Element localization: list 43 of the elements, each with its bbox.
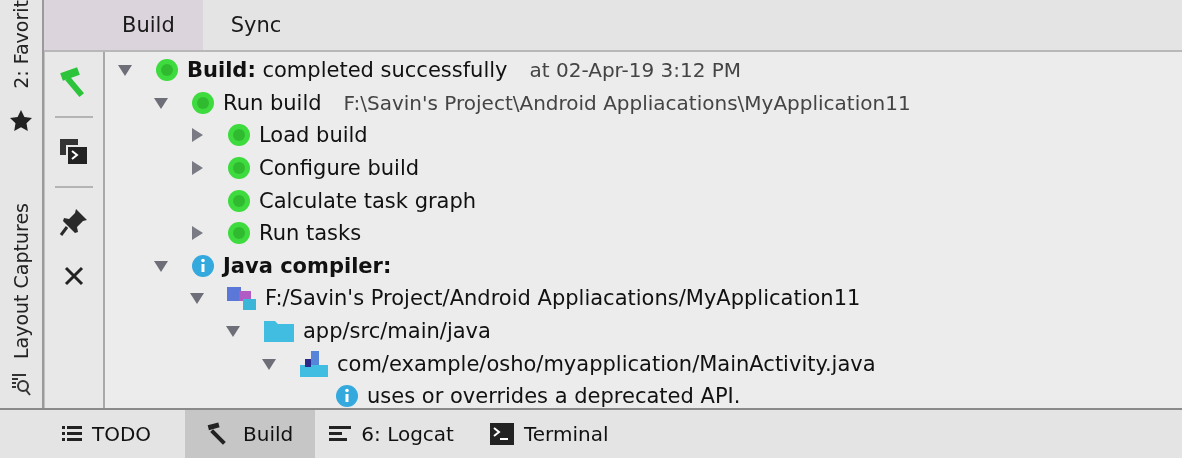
- success-status-icon: [227, 188, 251, 213]
- success-status-icon: [227, 123, 251, 148]
- tree-item-detail: F:\Savin's Project\Android Appliacations\MyApplication11: [343, 90, 911, 115]
- tree-item-label[interactable]: Run build: [223, 90, 322, 115]
- magnifier-icon[interactable]: [10, 372, 32, 397]
- success-status-icon: [191, 90, 215, 115]
- close-icon: [63, 265, 85, 287]
- pin-icon: [59, 207, 89, 237]
- tree-item-label[interactable]: Run tasks: [259, 221, 362, 246]
- tool-window-tab[interactable]: Build: [185, 410, 316, 458]
- side-panel-label[interactable]: Layout Captures: [10, 202, 32, 359]
- tree-item-label[interactable]: com/example/osho/myapplication/MainActivity.java: [337, 351, 876, 376]
- collapsed-arrow-icon[interactable]: [189, 160, 205, 177]
- tree-item-label[interactable]: uses or overrides a deprecated API.: [367, 384, 741, 408]
- side-panel-label[interactable]: 2: Favorit: [10, 0, 32, 89]
- tab[interactable]: Sync: [202, 0, 310, 50]
- success-status-icon: [155, 58, 179, 83]
- star-icon[interactable]: [9, 108, 33, 133]
- info-icon: [191, 253, 215, 278]
- text-lines-icon: [329, 425, 352, 443]
- tree-item-label[interactable]: Configure build: [259, 156, 420, 181]
- folder-icon: [263, 319, 295, 344]
- project-icon: [227, 285, 257, 312]
- success-status-icon: [227, 221, 251, 246]
- info-icon: [335, 384, 359, 408]
- success-status-icon: [227, 156, 251, 181]
- tree-item-label[interactable]: F:/Savin's Project/Android Appliacations/MyApplication11: [265, 286, 861, 311]
- tree-item-label[interactable]: Java compiler:: [223, 253, 392, 278]
- tree-item-label[interactable]: Load build: [259, 123, 368, 148]
- tool-window-tab[interactable]: TODO: [60, 410, 174, 458]
- package-icon: [299, 349, 329, 378]
- list-icon: [62, 425, 82, 443]
- tree-item-label[interactable]: Build: completed successfully: [187, 58, 508, 83]
- tool-window-tab[interactable]: Terminal: [487, 410, 631, 458]
- collapsed-arrow-icon[interactable]: [189, 225, 205, 242]
- terminal-icon: [489, 423, 514, 445]
- collapsed-arrow-icon[interactable]: [189, 127, 205, 144]
- tool-window-tab[interactable]: 6: Logcat: [327, 410, 476, 458]
- tree-item-label[interactable]: Calculate task graph: [259, 188, 477, 213]
- console-icon: [59, 138, 89, 166]
- tree-item-label[interactable]: app/src/main/java: [303, 319, 491, 344]
- tree-item-detail: at 02-Apr-19 3:12 PM: [529, 58, 742, 83]
- tab[interactable]: Build: [44, 0, 203, 50]
